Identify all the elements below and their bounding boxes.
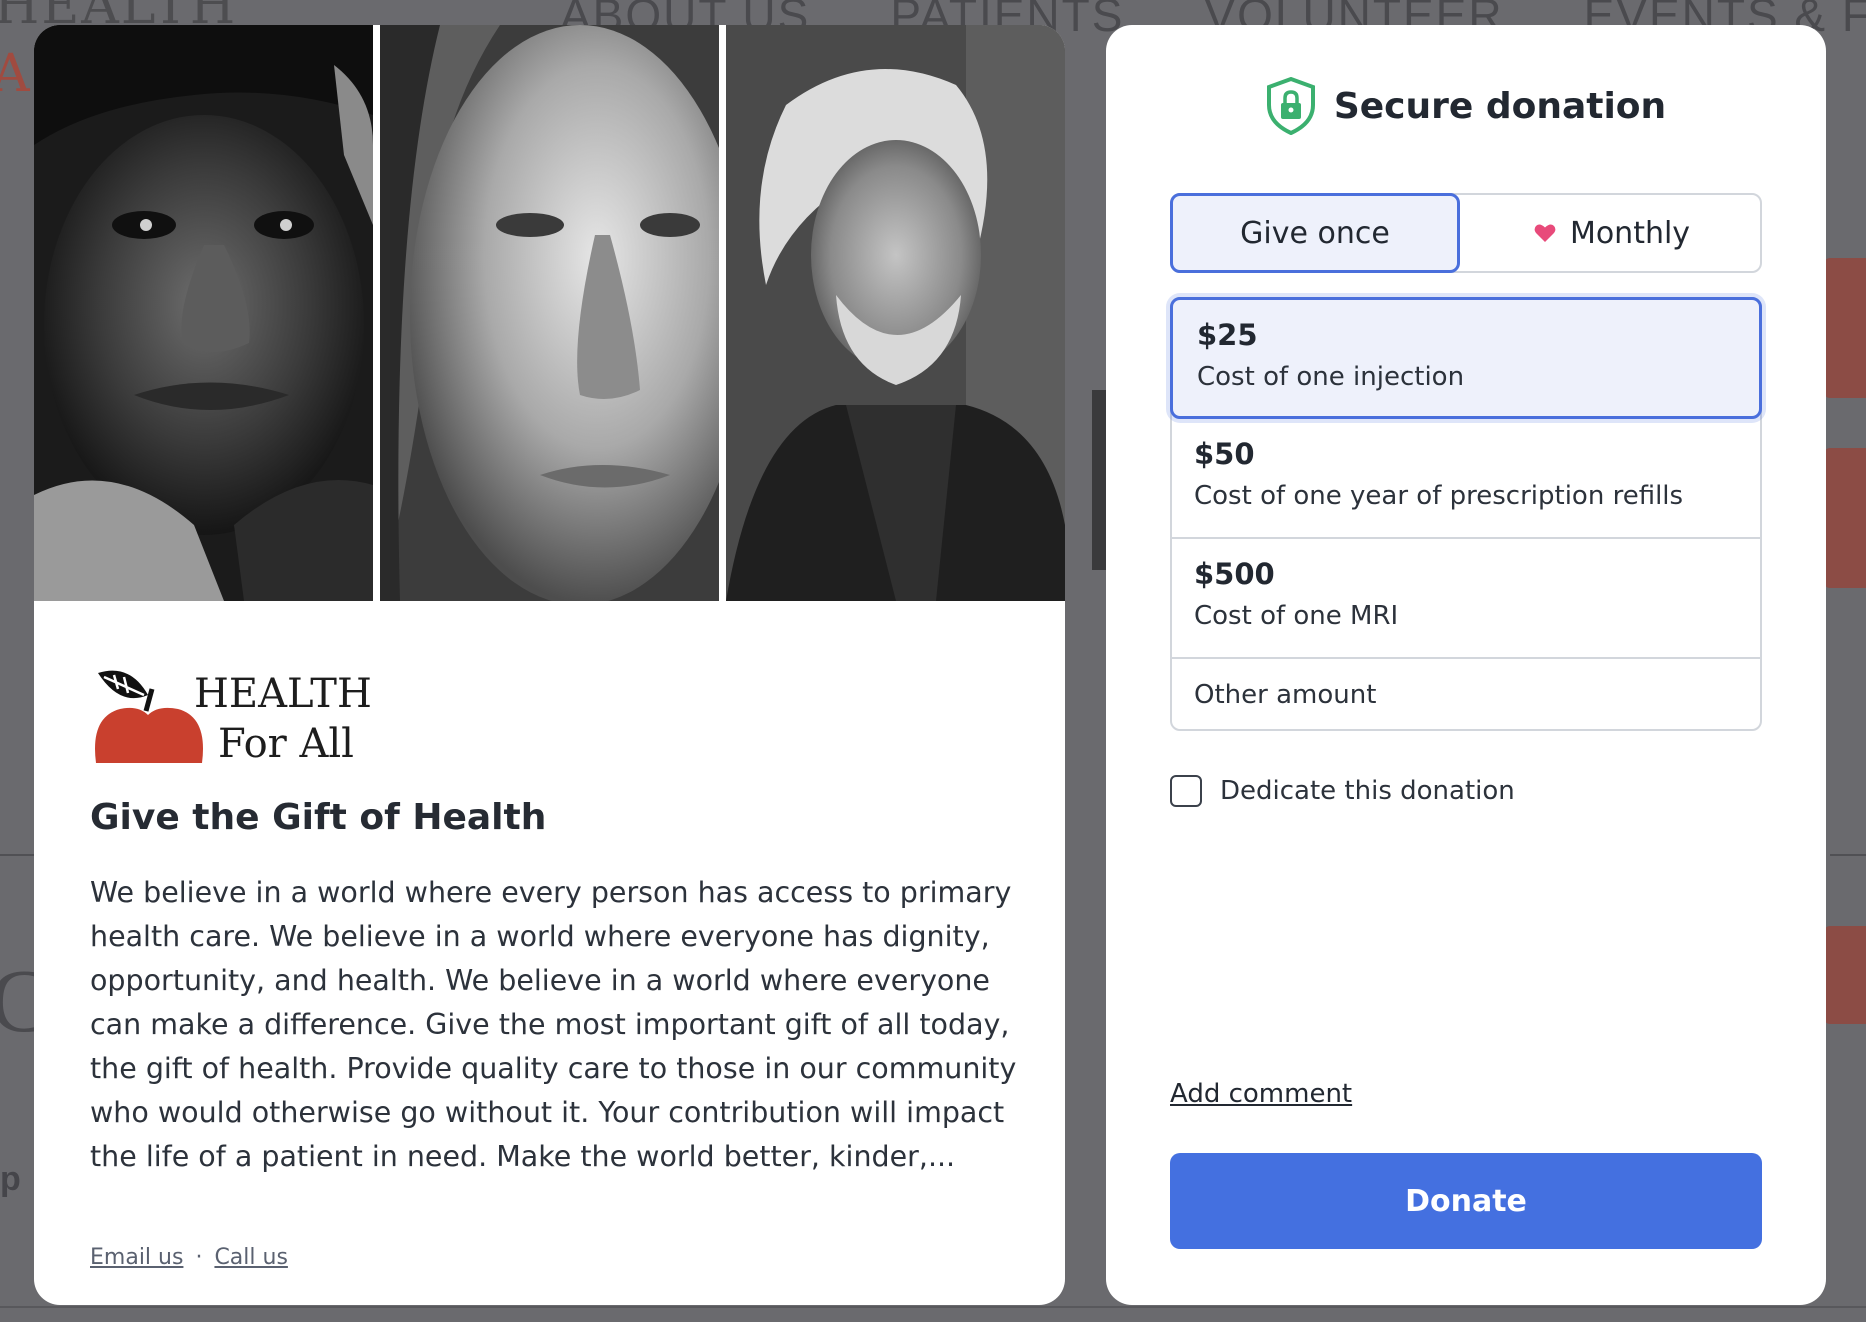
dedicate-donation[interactable]: Dedicate this donation xyxy=(1170,775,1515,807)
background-button xyxy=(1824,258,1866,398)
give-once-label: Give once xyxy=(1240,215,1390,251)
background-divider xyxy=(0,1306,1866,1308)
other-amount-label: Other amount xyxy=(1194,680,1377,710)
donate-button[interactable]: Donate xyxy=(1170,1153,1762,1249)
dedicate-checkbox[interactable] xyxy=(1170,775,1202,807)
frequency-toggle: Give once Monthly xyxy=(1170,193,1762,273)
give-once-button[interactable]: Give once xyxy=(1170,193,1460,273)
organization-name-line2: For All xyxy=(218,721,354,767)
add-comment-link[interactable]: Add comment xyxy=(1170,1079,1352,1109)
amount-option-500[interactable]: $500 Cost of one MRI xyxy=(1170,539,1762,659)
donation-form: Secure donation Give once Monthly $25 Co… xyxy=(1106,25,1826,1305)
monthly-label: Monthly xyxy=(1569,215,1691,251)
amount-value: $25 xyxy=(1197,318,1258,352)
amount-description: Cost of one injection xyxy=(1197,362,1465,392)
amount-description: Cost of one year of prescription refills xyxy=(1194,481,1684,511)
other-amount-option[interactable]: Other amount xyxy=(1170,659,1762,731)
apple-leaf-icon xyxy=(95,670,203,763)
dedicate-label: Dedicate this donation xyxy=(1220,776,1515,806)
shield-lock-icon xyxy=(1266,77,1315,135)
background-divider xyxy=(1830,854,1866,856)
campaign-title: Give the Gift of Health xyxy=(90,797,547,838)
link-separator: · xyxy=(195,1245,203,1270)
amount-options: $25 Cost of one injection $50 Cost of on… xyxy=(1170,297,1762,731)
campaign-photos xyxy=(34,25,1065,601)
amount-description: Cost of one MRI xyxy=(1194,601,1399,631)
organization-logo: HEALTH For All xyxy=(90,643,390,773)
background-button xyxy=(1824,926,1866,1024)
campaign-photo-1 xyxy=(34,25,373,601)
amount-option-50[interactable]: $50 Cost of one year of prescription ref… xyxy=(1170,419,1762,539)
secure-donation-header: Secure donation xyxy=(1106,77,1826,135)
organization-name-line1: HEALTH xyxy=(194,671,372,717)
call-us-link[interactable]: Call us xyxy=(214,1245,287,1270)
campaign-photo-3 xyxy=(726,25,1065,601)
background-button xyxy=(1824,448,1866,588)
contact-links: Email us · Call us xyxy=(90,1245,288,1270)
background-logo-mark: A xyxy=(0,44,30,104)
amount-value: $500 xyxy=(1194,557,1275,591)
campaign-description: We believe in a world where every person… xyxy=(90,876,1017,1173)
campaign-photo-2 xyxy=(380,25,719,601)
email-us-link[interactable]: Email us xyxy=(90,1245,183,1270)
amount-value: $50 xyxy=(1194,437,1255,471)
background-text: p xyxy=(0,1160,21,1198)
monthly-button[interactable]: Monthly xyxy=(1460,193,1764,273)
heart-icon xyxy=(1534,224,1556,242)
secure-donation-title: Secure donation xyxy=(1333,85,1667,127)
amount-option-25[interactable]: $25 Cost of one injection xyxy=(1170,297,1762,419)
campaign-card: HEALTH For All Give the Gift of Health W… xyxy=(34,25,1065,1305)
